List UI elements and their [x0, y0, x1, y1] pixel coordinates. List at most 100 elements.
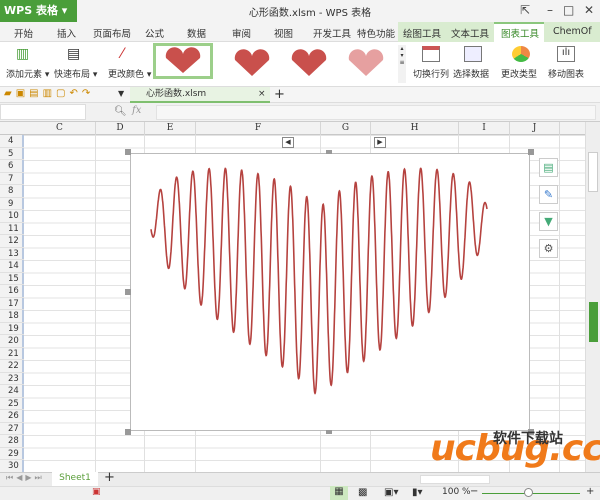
column-header-C[interactable]: C — [24, 122, 96, 135]
chart-style-2[interactable] — [222, 45, 282, 81]
column-header-H[interactable]: H — [371, 122, 459, 135]
menu-tab-12[interactable]: ChemOf — [553, 26, 592, 37]
scroll-left-button[interactable]: ◀ — [282, 137, 294, 148]
row-header-29[interactable]: 29 — [0, 448, 24, 460]
resize-handle[interactable] — [326, 150, 332, 154]
quick-access-icons[interactable]: ▰▣▤▥▢↶↷ — [4, 88, 94, 99]
style-scroll[interactable]: ▴ ▾ ≡ — [398, 45, 406, 83]
chart-elements-icon[interactable]: ▤ — [539, 158, 558, 177]
wps-menu-button[interactable]: WPS 表格 ▾ — [0, 0, 77, 22]
formula-input[interactable] — [156, 105, 596, 120]
sheet-tab-sheet1[interactable]: Sheet1 — [52, 472, 98, 486]
row-header-8[interactable]: 8 — [0, 185, 24, 198]
switch-rowcol-button[interactable]: 切换行列 — [413, 67, 449, 80]
chart-style-1[interactable] — [153, 43, 213, 79]
resize-handle[interactable] — [125, 429, 131, 435]
row-header-22[interactable]: 22 — [0, 360, 24, 373]
resize-handle[interactable] — [326, 430, 332, 434]
row-header-25[interactable]: 25 — [0, 398, 24, 410]
row-header-27[interactable]: 27 — [0, 423, 24, 435]
zoom-slider-thumb[interactable] — [524, 488, 533, 497]
scroll-right-button[interactable]: ▶ — [374, 137, 386, 148]
row-header-12[interactable]: 12 — [0, 235, 24, 248]
column-header-I[interactable]: I — [459, 122, 510, 135]
column-header-F[interactable]: F — [196, 122, 321, 135]
column-header-D[interactable]: D — [96, 122, 145, 135]
row-header-19[interactable]: 19 — [0, 323, 24, 335]
add-element-button[interactable]: 添加元素 ▾ — [6, 67, 49, 80]
menu-tab-7[interactable]: 开发工具 — [313, 26, 351, 40]
menu-tab-2[interactable]: 页面布局 — [93, 26, 131, 40]
change-type-button[interactable]: 更改类型 — [501, 67, 537, 80]
row-header-11[interactable]: 11 — [0, 223, 24, 235]
menu-tab-0[interactable]: 开始 — [14, 26, 33, 40]
row-header-17[interactable]: 17 — [0, 298, 24, 310]
fx-icon[interactable]: fx — [132, 105, 141, 116]
row-header-10[interactable]: 10 — [0, 210, 24, 223]
page-layout-icon[interactable]: ▣▾ — [384, 487, 398, 498]
close-tab-icon[interactable]: × — [258, 87, 266, 102]
row-header-21[interactable]: 21 — [0, 348, 24, 360]
row-header-18[interactable]: 18 — [0, 310, 24, 323]
row-header-20[interactable]: 20 — [0, 335, 24, 348]
close-button[interactable]: ✕ — [584, 3, 594, 17]
resize-handle[interactable] — [528, 149, 534, 155]
reading-mode-icon[interactable]: ▮▾ — [412, 487, 423, 498]
page-break-view-icon[interactable]: ▩ — [358, 487, 367, 498]
select-data-button[interactable]: 选择数据 — [453, 67, 489, 80]
row-header-15[interactable]: 15 — [0, 273, 24, 285]
menu-tab-11[interactable]: 图表工具 — [501, 26, 539, 40]
menu-tab-4[interactable]: 数据 — [187, 26, 206, 40]
chart-style-4[interactable] — [336, 45, 396, 81]
chart-settings-gear-icon[interactable]: ⚙ — [539, 239, 558, 258]
row-header-28[interactable]: 28 — [0, 435, 24, 448]
menu-tab-1[interactable]: 插入 — [57, 26, 76, 40]
row-header-5[interactable]: 5 — [0, 148, 24, 160]
row-header-16[interactable]: 16 — [0, 285, 24, 298]
row-header-26[interactable]: 26 — [0, 410, 24, 423]
menu-tab-6[interactable]: 视图 — [274, 26, 293, 40]
menu-tab-10[interactable]: 文本工具 — [451, 26, 489, 40]
name-box[interactable] — [0, 104, 86, 120]
quick-layout-button[interactable]: 快速布局 ▾ — [54, 67, 97, 80]
menu-tab-5[interactable]: 审阅 — [232, 26, 251, 40]
menu-tab-8[interactable]: 特色功能 — [357, 26, 395, 40]
add-sheet-button[interactable]: + — [104, 470, 115, 485]
column-header-E[interactable]: E — [145, 122, 196, 135]
new-tab-button[interactable]: + — [274, 87, 285, 102]
change-color-button[interactable]: 更改颜色 ▾ — [108, 67, 151, 80]
vertical-scrollbar[interactable] — [585, 122, 600, 472]
row-header-6[interactable]: 6 — [0, 160, 24, 173]
normal-view-icon[interactable]: ▦ — [330, 486, 348, 500]
resize-handle[interactable] — [125, 149, 131, 155]
chart-style-brush-icon[interactable]: ✎ — [539, 185, 558, 204]
document-tab[interactable]: 心形函数.xlsm × — [130, 87, 270, 103]
menu-tab-3[interactable]: 公式 — [145, 26, 164, 40]
restore-ribbon-icon[interactable]: ⇱ — [520, 3, 530, 17]
sheet-nav-buttons[interactable]: ⏮◀▶⏭ — [6, 473, 45, 483]
resize-handle[interactable] — [125, 289, 131, 295]
horizontal-scrollbar[interactable] — [420, 475, 490, 484]
chart-area[interactable] — [130, 153, 530, 431]
row-header-9[interactable]: 9 — [0, 198, 24, 210]
maximize-button[interactable]: □ — [563, 3, 574, 17]
zoom-formula-icon[interactable]: 🔍︎ — [114, 106, 127, 117]
menu-tab-9[interactable]: 绘图工具 — [403, 26, 441, 40]
row-header-14[interactable]: 14 — [0, 260, 24, 273]
row-header-30[interactable]: 30 — [0, 460, 24, 473]
row-header-7[interactable]: 7 — [0, 173, 24, 185]
column-header-G[interactable]: G — [321, 122, 371, 135]
move-chart-button[interactable]: 移动图表 — [548, 67, 584, 80]
column-header-J[interactable]: J — [510, 122, 560, 135]
row-header-4[interactable]: 4 — [0, 135, 24, 148]
macro-record-icon[interactable]: ▣ — [92, 487, 101, 497]
minimize-button[interactable]: – — [547, 3, 553, 17]
row-header-23[interactable]: 23 — [0, 373, 24, 385]
row-header-13[interactable]: 13 — [0, 248, 24, 260]
chart-filter-icon[interactable]: ▼ — [539, 212, 558, 231]
row-header-24[interactable]: 24 — [0, 385, 24, 398]
quick-access-dropdown[interactable]: ▼ — [118, 89, 124, 98]
zoom-out-button[interactable]: − — [470, 486, 478, 497]
chart-style-3[interactable] — [279, 45, 339, 81]
zoom-in-button[interactable]: + — [586, 486, 594, 497]
